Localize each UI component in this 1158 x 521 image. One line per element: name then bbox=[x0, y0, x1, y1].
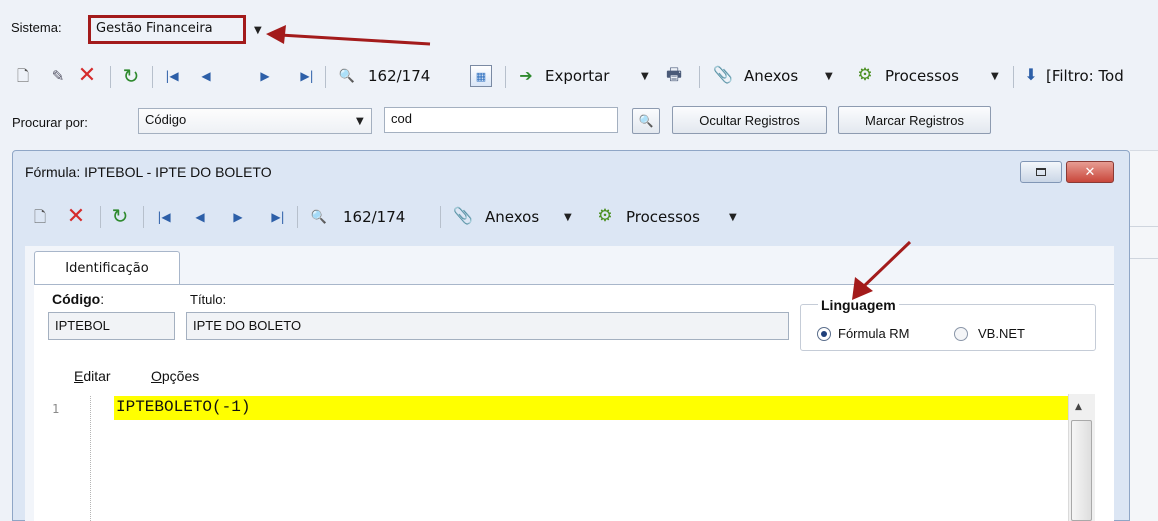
restore-icon bbox=[1036, 168, 1046, 176]
background-grid-line bbox=[1130, 226, 1158, 227]
inner-anexos-dropdown-icon[interactable]: ▼ bbox=[564, 212, 572, 223]
close-icon: ✕ bbox=[1084, 164, 1096, 180]
inner-record-counter: 162/174 bbox=[343, 208, 406, 226]
annotation-arrow-sistema bbox=[266, 25, 431, 46]
editor-code-line: IPTEBOLETO(-1) bbox=[116, 398, 251, 416]
marcar-registros-button[interactable]: Marcar Registros bbox=[838, 106, 991, 134]
editor-line-highlight bbox=[114, 396, 1068, 420]
sistema-label: Sistema: bbox=[11, 20, 62, 35]
last-record-icon[interactable]: ▶| bbox=[295, 66, 319, 86]
scroll-up-icon[interactable]: ▲ bbox=[1075, 402, 1082, 412]
delete-icon[interactable]: ✕ bbox=[75, 64, 99, 88]
tab-identificacao-label: Identificação bbox=[65, 261, 149, 276]
find-binoculars-icon[interactable]: 🔍 bbox=[306, 207, 332, 227]
previous-record-icon[interactable]: ◀ bbox=[196, 66, 216, 86]
refresh-icon[interactable]: ↻ bbox=[107, 204, 133, 228]
titulo-value: IPTE DO BOLETO bbox=[193, 318, 302, 333]
search-field-value: Código bbox=[145, 112, 187, 127]
radio-vbnet-label[interactable]: VB.NET bbox=[978, 326, 1025, 341]
toolbar-separator bbox=[440, 206, 441, 228]
menu-editar[interactable]: Editar bbox=[74, 368, 111, 384]
radio-formula-rm-dot bbox=[821, 331, 827, 337]
formula-window-title: Fórmula: IPTEBOL - IPTE DO BOLETO bbox=[25, 164, 272, 180]
inner-processos-dropdown-icon[interactable]: ▼ bbox=[729, 212, 737, 223]
anexos-button[interactable]: Anexos bbox=[744, 67, 798, 85]
menu-opcoes[interactable]: Opções bbox=[151, 368, 199, 384]
marcar-registros-label: Marcar Registros bbox=[865, 112, 964, 128]
search-input[interactable]: cod bbox=[384, 107, 618, 133]
record-counter: 162/174 bbox=[368, 67, 431, 85]
inner-anexos-button[interactable]: Anexos bbox=[485, 208, 539, 226]
next-record-icon[interactable]: ▶ bbox=[255, 66, 275, 86]
inner-processos-button[interactable]: Processos bbox=[626, 208, 700, 226]
binoculars-icon: 🔍 bbox=[638, 114, 654, 128]
export-button[interactable]: Exportar bbox=[545, 67, 609, 85]
tab-identificacao[interactable]: Identificação bbox=[34, 251, 180, 285]
paperclip-icon[interactable]: 📎 bbox=[450, 205, 476, 227]
scrollbar-thumb[interactable] bbox=[1071, 420, 1092, 521]
toolbar-separator bbox=[152, 66, 153, 88]
background-grid-line bbox=[1130, 258, 1158, 259]
ocultar-registros-label: Ocultar Registros bbox=[699, 112, 800, 128]
search-field-select[interactable]: Código bbox=[138, 108, 372, 134]
delete-icon[interactable]: ✕ bbox=[64, 205, 88, 229]
calendar-grid-icon[interactable]: ▦ bbox=[470, 65, 492, 87]
next-record-icon[interactable]: ▶ bbox=[228, 207, 248, 227]
processos-dropdown-icon[interactable]: ▼ bbox=[991, 71, 999, 82]
titulo-field[interactable]: IPTE DO BOLETO bbox=[186, 312, 789, 340]
export-dropdown-icon[interactable]: ▼ bbox=[641, 71, 649, 82]
processos-button[interactable]: Processos bbox=[885, 67, 959, 85]
background-grid-area bbox=[1130, 150, 1158, 521]
toolbar-separator bbox=[297, 206, 298, 228]
paperclip-icon[interactable]: 📎 bbox=[710, 64, 736, 86]
codigo-value: IPTEBOL bbox=[55, 318, 110, 333]
first-record-icon[interactable]: |◀ bbox=[160, 66, 184, 86]
editor-line-number: 1 bbox=[52, 402, 60, 416]
close-window-button[interactable]: ✕ bbox=[1066, 161, 1114, 183]
radio-formula-rm-label[interactable]: Fórmula RM bbox=[838, 326, 910, 341]
new-document-icon[interactable]: 🗋 bbox=[13, 66, 33, 86]
toolbar-separator bbox=[100, 206, 101, 228]
processes-gears-icon[interactable]: ⚙ bbox=[592, 205, 618, 227]
radio-vbnet[interactable] bbox=[954, 327, 968, 341]
editor-gutter-line bbox=[90, 396, 91, 521]
previous-record-icon[interactable]: ◀ bbox=[190, 207, 210, 227]
sistema-dropdown-icon[interactable]: ▼ bbox=[254, 25, 262, 36]
filter-icon[interactable]: ⬇ bbox=[1020, 64, 1042, 86]
refresh-icon[interactable]: ↻ bbox=[118, 64, 144, 88]
new-document-icon[interactable]: 🗋 bbox=[30, 207, 50, 227]
last-record-icon[interactable]: ▶| bbox=[266, 207, 290, 227]
toolbar-separator bbox=[110, 66, 111, 88]
toolbar-separator bbox=[1013, 66, 1014, 88]
toolbar-separator bbox=[325, 66, 326, 88]
annotation-arrow-linguagem bbox=[852, 240, 912, 300]
edit-document-icon[interactable]: ✎ bbox=[48, 66, 68, 86]
processes-gears-icon[interactable]: ⚙ bbox=[852, 64, 878, 86]
ocultar-registros-button[interactable]: Ocultar Registros bbox=[672, 106, 827, 134]
toolbar-separator bbox=[699, 66, 700, 88]
sistema-value[interactable]: Gestão Financeira bbox=[96, 21, 213, 36]
titulo-label: Título: bbox=[190, 292, 227, 307]
toolbar-separator bbox=[143, 206, 144, 228]
search-field-dropdown-icon[interactable]: ▼ bbox=[356, 116, 364, 127]
restore-window-button[interactable] bbox=[1020, 161, 1062, 183]
print-icon[interactable]: 🖶 bbox=[662, 64, 686, 86]
search-binoculars-button[interactable]: 🔍 bbox=[632, 108, 660, 134]
codigo-field[interactable]: IPTEBOL bbox=[48, 312, 175, 340]
first-record-icon[interactable]: |◀ bbox=[152, 207, 176, 227]
export-icon[interactable]: ➔ bbox=[514, 66, 538, 86]
toolbar-separator bbox=[505, 66, 506, 88]
find-binoculars-icon[interactable]: 🔍 bbox=[334, 66, 360, 86]
anexos-dropdown-icon[interactable]: ▼ bbox=[825, 71, 833, 82]
filter-label[interactable]: [Filtro: Tod bbox=[1046, 67, 1124, 85]
codigo-label: Código: bbox=[52, 291, 105, 307]
search-label: Procurar por: bbox=[12, 115, 88, 130]
search-input-value: cod bbox=[391, 111, 412, 126]
